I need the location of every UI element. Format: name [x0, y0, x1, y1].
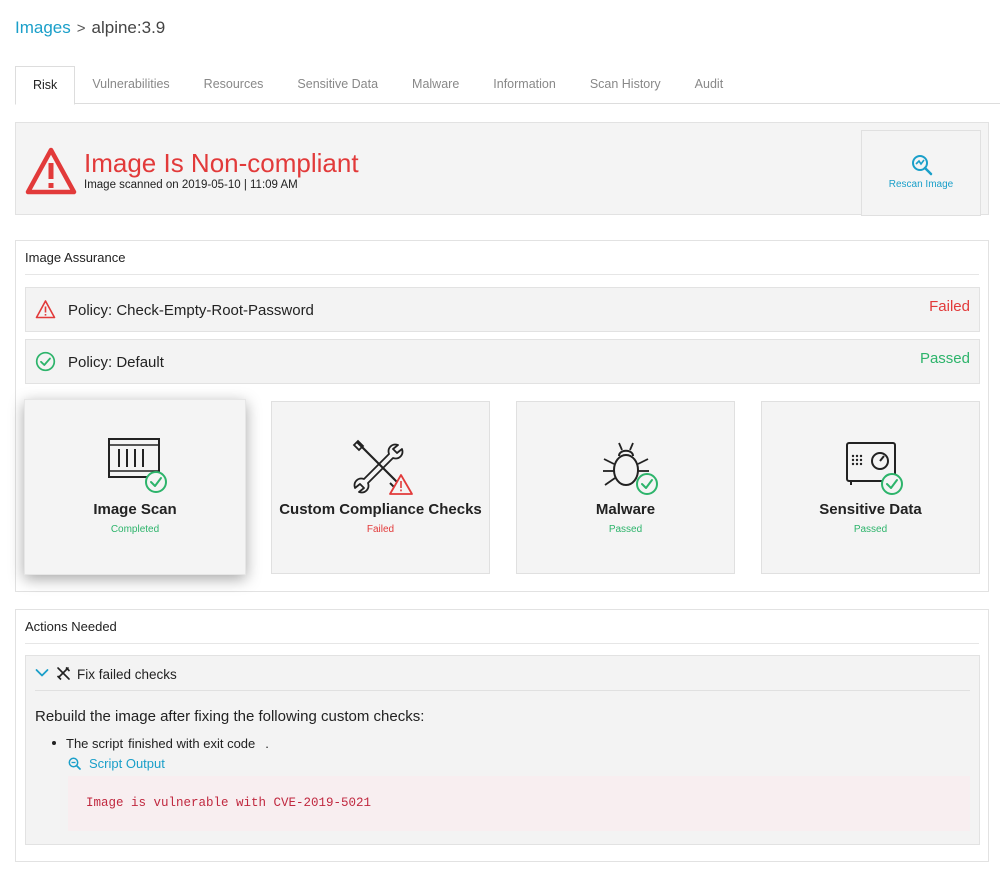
zoom-icon — [68, 757, 81, 770]
fix-failed-checks-toggle[interactable]: Fix failed checks — [26, 656, 979, 690]
tab-information[interactable]: Information — [476, 66, 573, 104]
warning-triangle-icon — [25, 147, 77, 195]
check-circle-icon — [35, 351, 56, 372]
tab-malware[interactable]: Malware — [395, 66, 476, 104]
list-item: The script finished with exit code. — [52, 736, 269, 751]
rescan-image-label: Rescan Image — [888, 179, 954, 190]
tab-risk[interactable]: Risk — [15, 66, 76, 105]
warning-triangle-icon — [35, 300, 56, 319]
card-status: Passed — [853, 524, 888, 535]
fix-failed-checks-panel: Fix failed checks Rebuild the image afte… — [25, 655, 980, 845]
chevron-down-icon — [35, 669, 49, 677]
breadcrumb: Images > alpine:3.9 — [15, 18, 165, 38]
divider — [35, 690, 970, 691]
tab-sensitive-data[interactable]: Sensitive Data — [280, 66, 395, 104]
policy-label: Policy: Check-Empty-Root-Password — [68, 302, 314, 319]
code-text: Image is vulnerable with CVE-2019-5021 — [86, 796, 372, 810]
breadcrumb-current: alpine:3.9 — [91, 18, 166, 37]
card-status: Failed — [366, 524, 395, 535]
tab-scan-history[interactable]: Scan History — [573, 66, 678, 104]
tab-bar: Risk Vulnerabilities Resources Sensitive… — [15, 66, 1000, 105]
bullet-dot — [52, 740, 56, 745]
divider — [25, 274, 979, 275]
card-custom-compliance-checks[interactable]: Custom Compliance Checks Failed — [271, 401, 490, 574]
bug-icon — [602, 442, 658, 495]
card-title: Malware — [595, 501, 656, 518]
compliance-status-panel: Image Is Non-compliant Image scanned on … — [15, 122, 989, 216]
tools-icon — [352, 439, 413, 495]
section-title: Image Assurance — [25, 250, 126, 265]
tab-resources[interactable]: Resources — [187, 66, 281, 104]
card-title: Sensitive Data — [819, 501, 922, 518]
card-status: Passed — [608, 524, 643, 535]
status-title: Image Is Non-compliant — [84, 148, 359, 178]
fix-failed-checks-label: Fix failed checks — [77, 667, 177, 682]
safe-icon — [845, 442, 903, 495]
divider — [25, 643, 979, 644]
policy-row-default[interactable]: Policy: Default Passed — [25, 339, 980, 384]
actions-needed-section: Actions Needed Fix failed checks Rebuild… — [15, 609, 989, 862]
barcode-scan-icon — [108, 438, 167, 493]
tab-audit[interactable]: Audit — [678, 66, 741, 104]
script-output-label: Script Output — [89, 756, 165, 771]
script-output-code: Image is vulnerable with CVE-2019-5021 — [68, 776, 970, 831]
card-title: Image Scan — [93, 501, 177, 518]
policy-status: Passed — [919, 350, 970, 367]
card-malware[interactable]: Malware Passed — [516, 401, 735, 574]
policy-label: Policy: Default — [68, 354, 164, 371]
bullet-text-exit-code: finished with exit code — [128, 736, 256, 751]
section-title: Actions Needed — [25, 619, 117, 634]
rescan-icon — [912, 155, 933, 176]
bullet-text-period: . — [265, 736, 269, 751]
tab-vulnerabilities[interactable]: Vulnerabilities — [75, 66, 186, 104]
card-status: Completed — [110, 524, 160, 535]
bullet-text-script: The script — [66, 736, 124, 751]
image-assurance-section: Image Assurance Policy: Check-Empty-Root… — [15, 240, 989, 592]
breadcrumb-separator: > — [76, 19, 86, 37]
rescan-image-button[interactable]: Rescan Image — [861, 130, 981, 216]
policy-status: Failed — [929, 298, 970, 315]
card-image-scan[interactable]: Image Scan Completed — [24, 399, 246, 575]
breadcrumb-images-link[interactable]: Images — [15, 18, 71, 38]
scan-timestamp: Image scanned on 2019-05-10 | 11:09 AM — [84, 179, 298, 191]
script-output-link[interactable]: Script Output — [68, 756, 165, 771]
tools-icon — [56, 666, 71, 681]
card-title: Custom Compliance Checks — [279, 501, 482, 518]
fix-instructions: Rebuild the image after fixing the follo… — [35, 708, 425, 725]
card-sensitive-data[interactable]: Sensitive Data Passed — [761, 401, 980, 574]
policy-row-check-empty-root-password[interactable]: Policy: Check-Empty-Root-Password Failed — [25, 287, 980, 332]
